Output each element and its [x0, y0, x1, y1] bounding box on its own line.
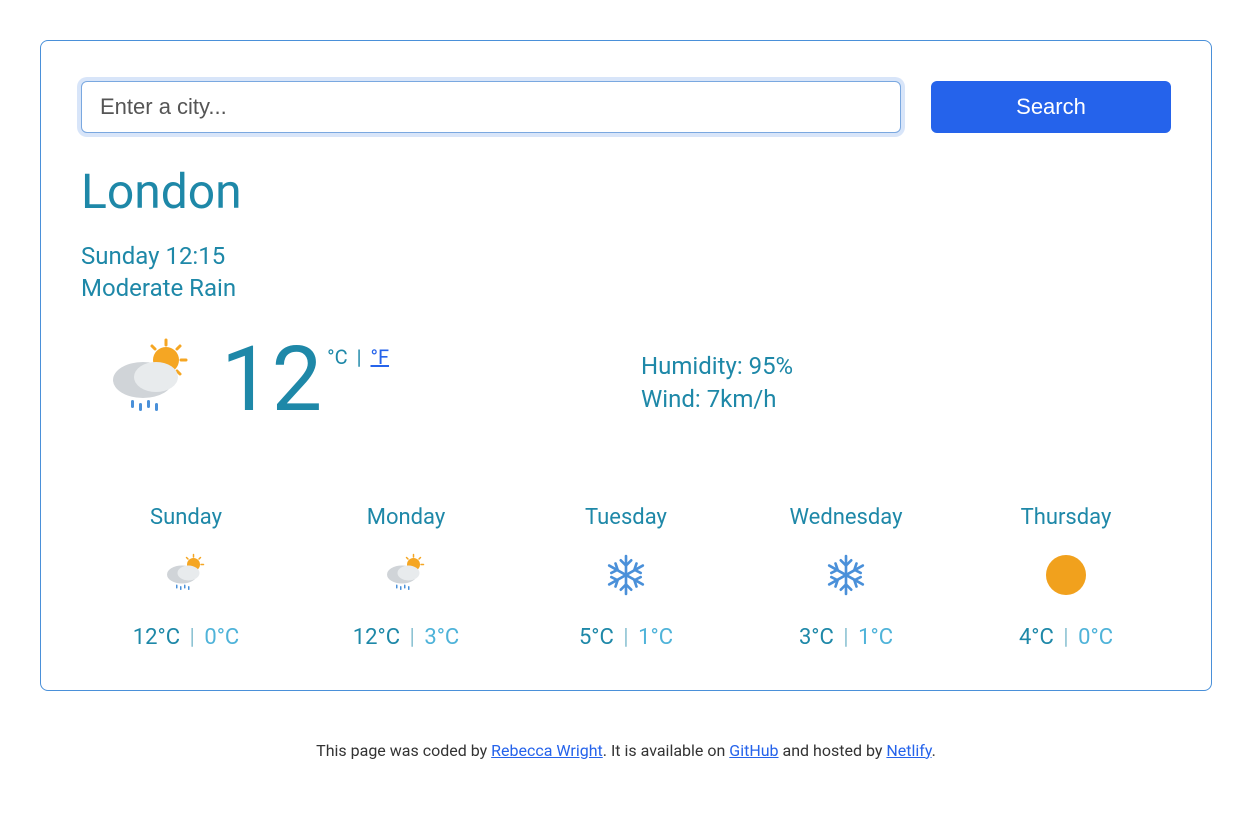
forecast-high: 12°C [353, 625, 400, 650]
forecast-temps: 3°C | 1°C [741, 625, 951, 650]
humidity-line: Humidity: 95% [641, 350, 1171, 384]
wind-value: 7km/h [707, 385, 777, 413]
forecast-high: 4°C [1019, 625, 1054, 650]
forecast-day-label: Monday [301, 505, 511, 530]
wind-line: Wind: 7km/h [641, 383, 1171, 417]
forecast-low: 1°C [858, 625, 893, 650]
forecast-day-label: Thursday [961, 505, 1171, 530]
forecast-low: 0°C [204, 625, 239, 650]
forecast-low: 3°C [424, 625, 459, 650]
city-search-input[interactable] [81, 81, 901, 133]
forecast-temps: 12°C | 0°C [81, 625, 291, 650]
search-row: Search [81, 81, 1171, 133]
forecast-temps: 12°C | 3°C [301, 625, 511, 650]
unit-separator: | [357, 345, 362, 369]
forecast-day-label: Sunday [81, 505, 291, 530]
current-left: 12 °C | °F [81, 335, 631, 425]
partly-sunny-rain-icon [81, 550, 291, 600]
city-name: London [81, 163, 1171, 220]
current-datetime: Sunday 12:15 [81, 240, 1171, 272]
temperature-value: 12 [221, 335, 322, 425]
footer-text: This page was coded by [316, 741, 491, 760]
footer-text: . It is available on [603, 741, 730, 760]
forecast-day-label: Tuesday [521, 505, 731, 530]
forecast-item: Monday 12°C | 3°C [301, 505, 511, 650]
current-condition: Moderate Rain [81, 272, 1171, 304]
footer: This page was coded by Rebecca Wright. I… [40, 741, 1212, 760]
author-link[interactable]: Rebecca Wright [491, 741, 603, 760]
sun-icon [961, 550, 1171, 600]
temperature-block: 12 °C | °F [221, 335, 389, 425]
weather-card: Search London Sunday 12:15 Moderate Rain [40, 40, 1212, 691]
partly-sunny-rain-icon [101, 335, 201, 425]
unit-fahrenheit[interactable]: °F [371, 345, 390, 369]
forecast-temps: 5°C | 1°C [521, 625, 731, 650]
humidity-label: Humidity: [641, 352, 749, 380]
wind-label: Wind: [641, 385, 707, 413]
forecast-item: Tuesday 5°C | [521, 505, 731, 650]
forecast-low: 0°C [1078, 625, 1113, 650]
unit-celsius[interactable]: °C [327, 345, 348, 369]
forecast-low: 1°C [638, 625, 673, 650]
forecast-temps: 4°C | 0°C [961, 625, 1171, 650]
partly-sunny-rain-icon [301, 550, 511, 600]
forecast-high: 3°C [799, 625, 834, 650]
forecast-high: 5°C [579, 625, 614, 650]
netlify-link[interactable]: Netlify [886, 741, 931, 760]
unit-toggle: °C | °F [322, 335, 389, 369]
forecast-item: Sunday 12°C | 0°C [81, 505, 291, 650]
footer-text: and hosted by [779, 741, 887, 760]
current-details: Humidity: 95% Wind: 7km/h [641, 335, 1171, 417]
search-button[interactable]: Search [931, 81, 1171, 133]
forecast-day-label: Wednesday [741, 505, 951, 530]
current-weather-row: 12 °C | °F Humidity: 95% Wind: 7km/h [81, 335, 1171, 425]
github-link[interactable]: GitHub [729, 741, 778, 760]
forecast-item: Thursday 4°C | 0°C [961, 505, 1171, 650]
forecast-row: Sunday 12°C | 0°C [81, 505, 1171, 650]
snowflake-icon [741, 550, 951, 600]
snowflake-icon [521, 550, 731, 600]
forecast-item: Wednesday 3°C [741, 505, 951, 650]
footer-text: . [932, 741, 936, 760]
humidity-value: 95% [749, 352, 794, 380]
forecast-high: 12°C [133, 625, 180, 650]
